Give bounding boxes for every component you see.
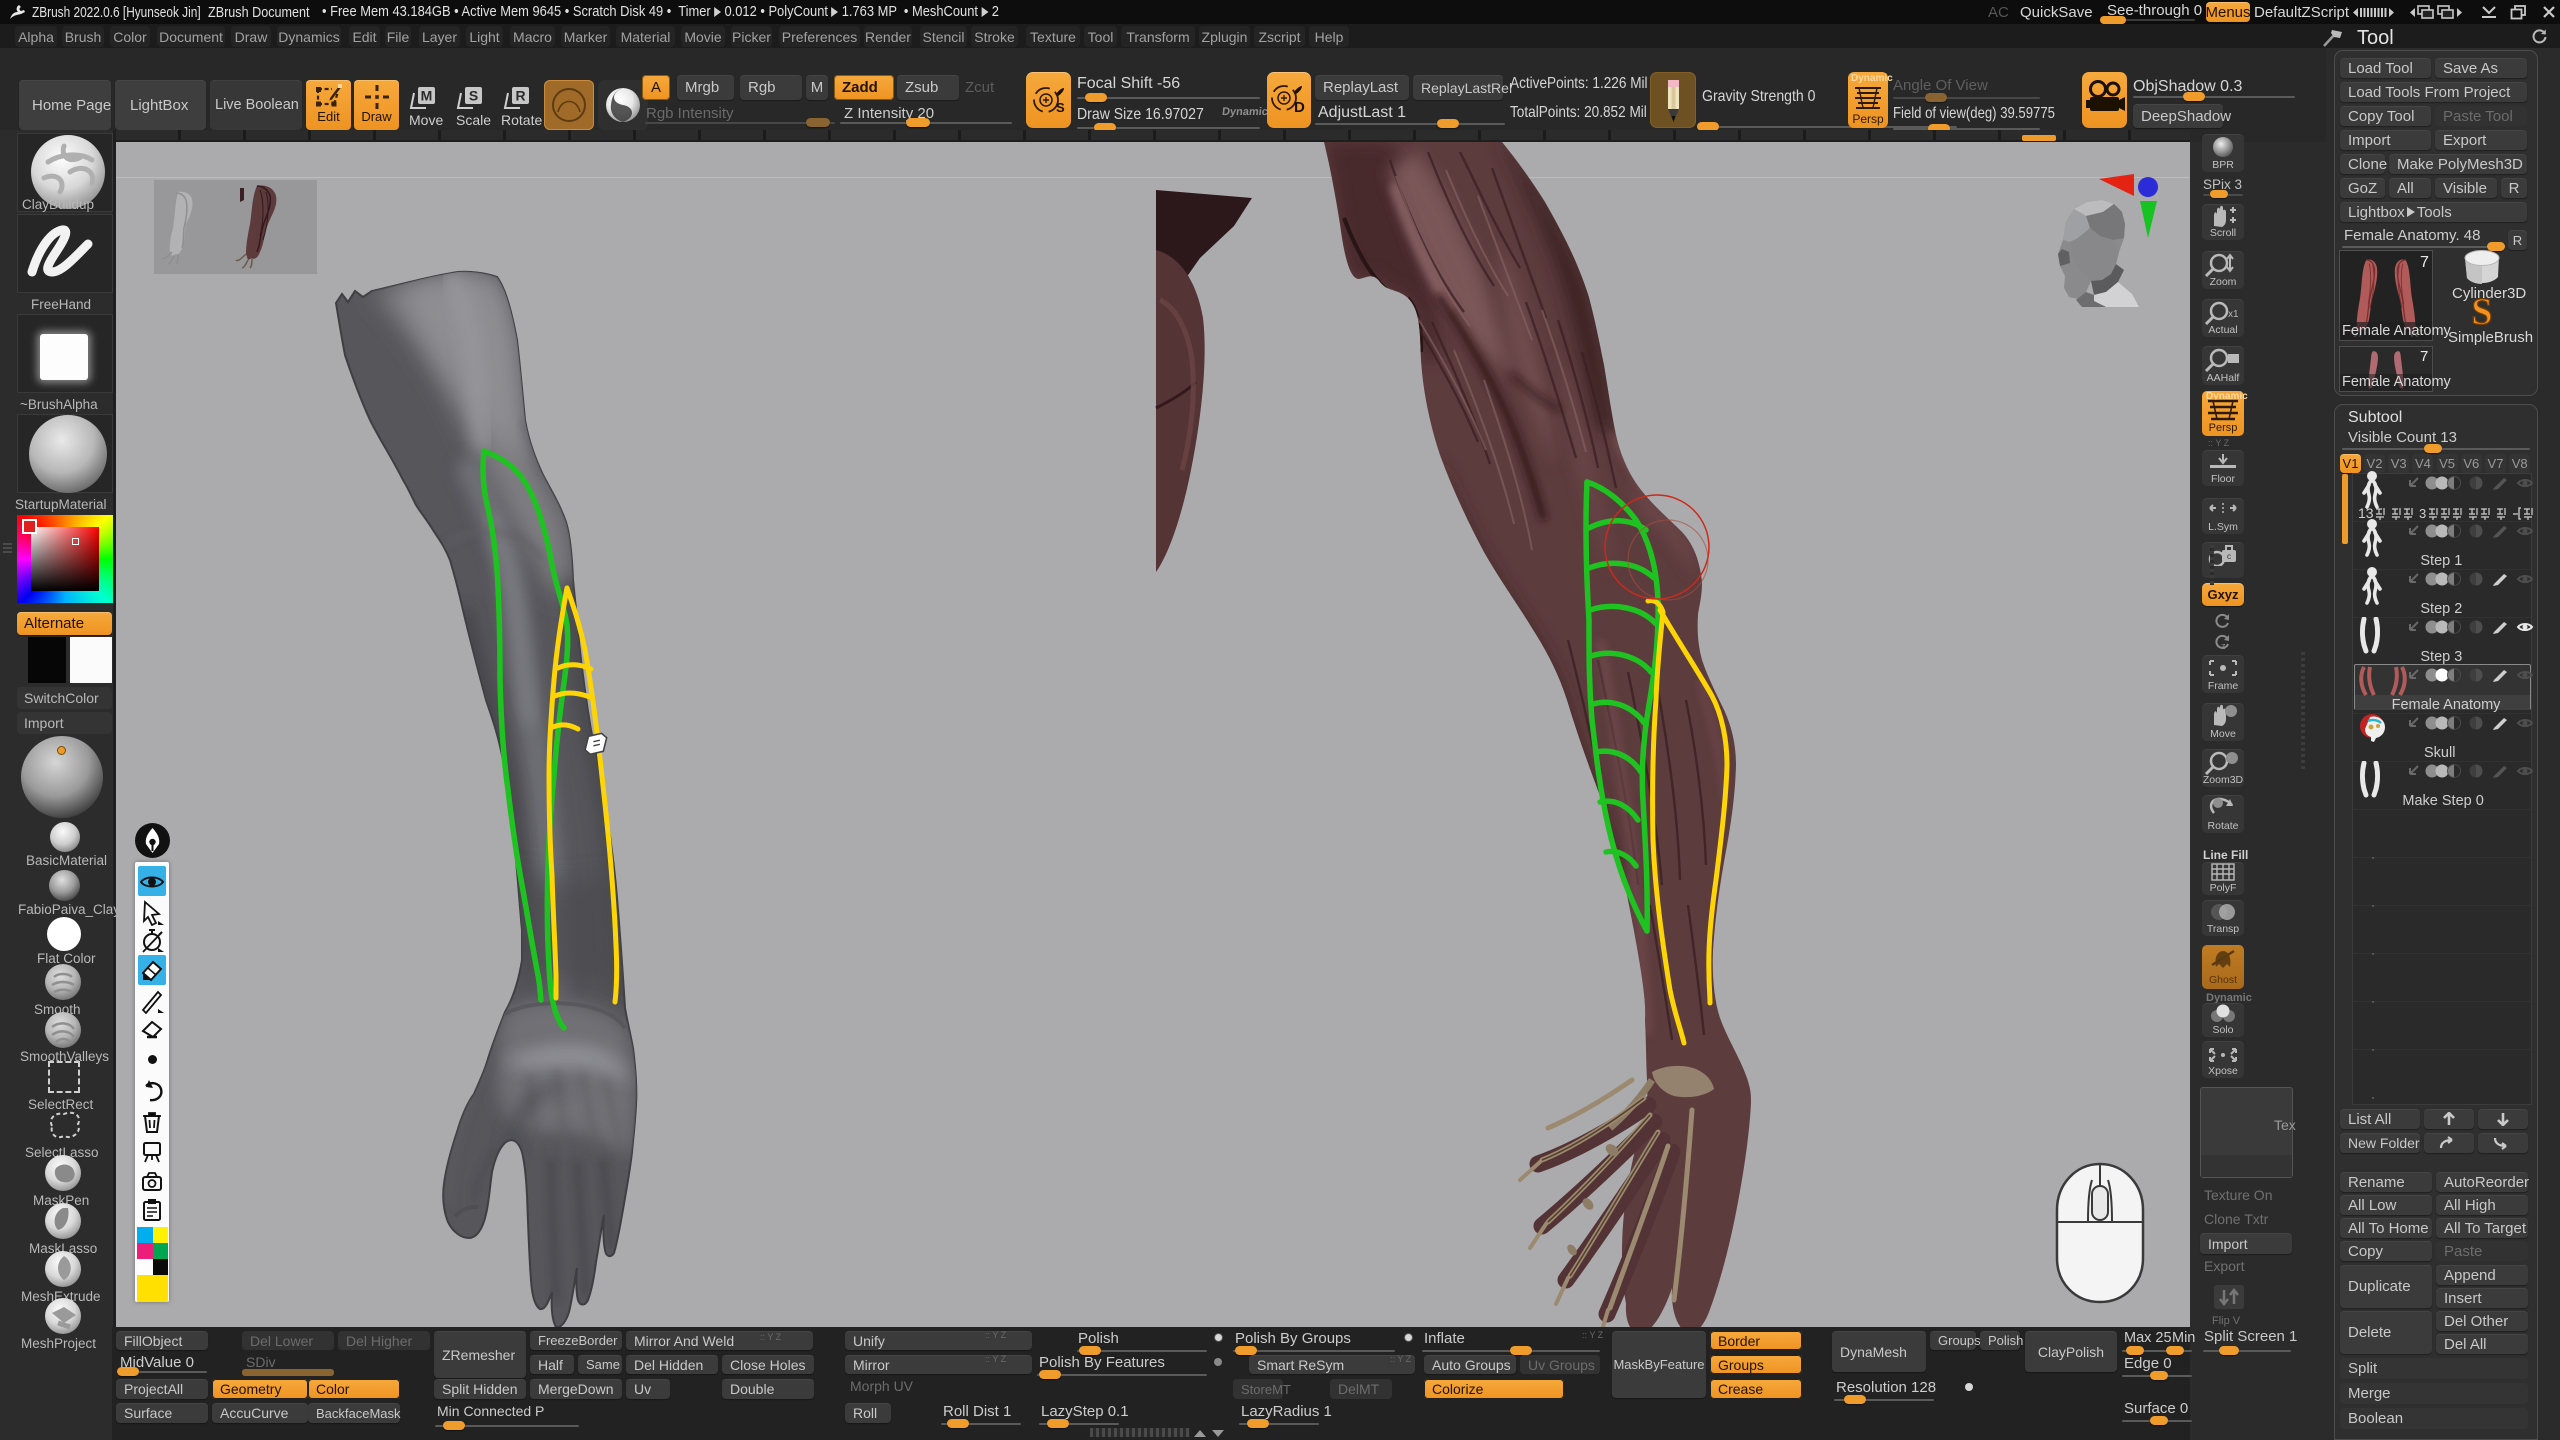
svg-text:S: S xyxy=(2471,294,2492,330)
svg-text:D: D xyxy=(1294,99,1305,116)
svg-text:x1: x1 xyxy=(2228,309,2239,320)
svg-text:S: S xyxy=(469,88,478,104)
svg-text:z: z xyxy=(2221,641,2226,651)
svg-text:S: S xyxy=(1056,100,1065,115)
svg-text:3: 3 xyxy=(2419,506,2426,520)
svg-text:c: c xyxy=(2227,552,2231,561)
svg-text:R: R xyxy=(515,88,525,104)
svg-text:M: M xyxy=(421,88,433,104)
